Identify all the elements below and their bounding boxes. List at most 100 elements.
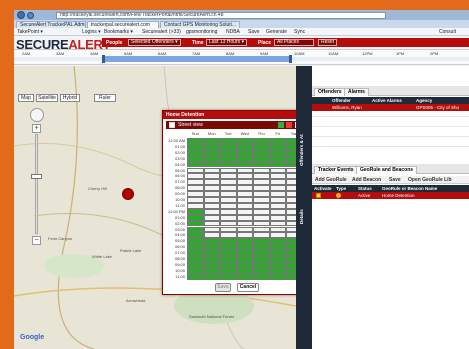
schedule-cell[interactable] (187, 273, 204, 280)
map-place-label: Arrowhead (126, 298, 146, 303)
timeline-window[interactable] (104, 56, 290, 62)
browser-tab-3[interactable]: Contact GPS Monitoring Soluti... (160, 21, 240, 28)
fav-consult[interactable]: Consult (439, 29, 456, 35)
place-select[interactable]: All Places (274, 39, 314, 46)
vtab-details[interactable]: Details (299, 184, 309, 224)
schedule-cell[interactable] (236, 273, 253, 280)
forward-button[interactable] (27, 11, 34, 19)
fav-bookmarks[interactable]: Bookmarks ▾ (104, 29, 133, 35)
zoom-out-button[interactable]: − (32, 236, 41, 245)
hour-label: 12:00 AM (168, 138, 185, 143)
add-georule-button[interactable]: Add GeoRule (315, 177, 347, 183)
dialog-subheader: Street view × (166, 121, 308, 129)
fav-securealert[interactable]: Securealert (>33) (142, 29, 181, 35)
hour-label: 07:00 (174, 179, 185, 185)
back-button[interactable] (17, 11, 25, 19)
tab-tracker-events[interactable]: Tracker Events (314, 166, 358, 174)
col-rule-name: GeoRule or Beacon Name (382, 186, 438, 191)
row-divider (312, 116, 469, 117)
fav-takepoint[interactable]: TakePoint ▾ (17, 29, 43, 35)
pan-control[interactable] (30, 108, 44, 122)
timeline-start-handle[interactable] (102, 55, 105, 63)
schedule-cell[interactable] (203, 273, 220, 280)
red-button-icon[interactable] (286, 122, 292, 128)
hour-label: 10:00 (174, 267, 185, 273)
hour-label: 08:00 (174, 256, 185, 261)
fav-ndba[interactable]: NDBA (226, 29, 240, 35)
save-georule-button[interactable]: Save (389, 177, 401, 183)
hour-label: 07:00 (174, 250, 185, 256)
fav-sync[interactable]: Sync (294, 29, 305, 35)
hour-label: 04:00 (174, 232, 185, 238)
map-place-label: Prairie Lake (120, 248, 142, 253)
offender-tabs: Offenders Alarms (312, 86, 469, 96)
hour-label: 06:00 (174, 244, 185, 250)
col-alarms: Active Alarms (372, 98, 402, 103)
timeline-label: 4AM (90, 51, 99, 56)
address-bar[interactable]: http://trackeyal.securealert.com/Flex/Tr… (56, 12, 386, 19)
day-header: Tue (224, 131, 232, 136)
offender-marker-icon[interactable] (122, 188, 134, 200)
add-beacon-button[interactable]: Add Beacon (352, 177, 381, 183)
green-button-icon[interactable] (278, 122, 284, 128)
zoom-in-button[interactable]: + (32, 124, 41, 133)
browser-tab-1[interactable]: SecureAlert TrackerPAL Admin... (16, 21, 86, 28)
vtab-offenders[interactable]: Offenders & At (299, 96, 309, 166)
open-georule-lib-button[interactable]: Open GeoRule Lib (408, 177, 452, 183)
tab-alarms[interactable]: Alarms (344, 88, 369, 96)
zoom-slider-knob[interactable] (31, 174, 42, 179)
map-place-label: Sawtooth National Forest (189, 314, 234, 319)
place-label: Place (258, 40, 272, 46)
map-ruler-button[interactable]: Ruler (94, 94, 116, 102)
fav-save[interactable]: Save (248, 29, 259, 35)
col-status: Status (358, 186, 372, 191)
time-select[interactable]: Last 13 Hours ▾ (206, 39, 248, 46)
browser-window: http://trackeyal.securealert.com/Flex/Tr… (14, 10, 469, 349)
day-header: Thu (257, 131, 265, 136)
timeline-label: 3AM (56, 51, 65, 56)
tab-georule-beacons[interactable]: GeoRule and Beacons (356, 166, 418, 174)
rule-status: Active (358, 193, 371, 198)
col-agency: Agency (416, 98, 433, 103)
hour-label: 04:00 (174, 161, 185, 167)
timeline-label: 11AM (328, 51, 339, 56)
day-header: Mon (207, 131, 216, 136)
hour-label: 10:00 (174, 197, 185, 202)
georule-row[interactable]: Active Home Detention (312, 192, 469, 199)
reset-button[interactable]: Reset (318, 39, 338, 46)
timeline-end-handle[interactable] (289, 55, 292, 63)
timeline-label: 10AM (294, 51, 305, 56)
map-type-satellite[interactable]: Satellite (36, 94, 58, 102)
hour-label: 12:00 PM (167, 208, 185, 214)
dialog-title: Home Detention (163, 111, 311, 119)
offender-table-header: Offender Active Alarms Agency (312, 97, 469, 104)
schedule-cell[interactable] (253, 273, 270, 280)
schedule-cell[interactable] (220, 273, 237, 280)
schedule-cell[interactable] (269, 273, 286, 280)
timeline-label: 12PM (362, 51, 373, 56)
browser-tab-2[interactable]: trackerpal.securealert.com (87, 21, 159, 28)
fav-logins[interactable]: Logins ▾ (82, 29, 101, 35)
fav-generate[interactable]: Generate (266, 29, 287, 35)
save-button[interactable]: Save (215, 283, 231, 292)
row-divider (312, 126, 469, 127)
zoom-slider-track[interactable] (35, 134, 38, 234)
timeline-slider[interactable]: 2AM 3AM 4AM 5AM 6AM 7AM 8AM 9AM 10AM 11A… (14, 49, 469, 65)
offender-row[interactable]: Williams, Ryan GPS005 - City of Sho (312, 104, 469, 111)
tab-offenders[interactable]: Offenders (314, 88, 346, 96)
cancel-button[interactable]: Cancel (237, 283, 259, 292)
hour-label: 03:00 (174, 155, 185, 161)
map-type-hybrid[interactable]: Hybrid (60, 94, 80, 102)
map-type-map[interactable]: Map (18, 94, 34, 102)
check-icon[interactable] (316, 193, 321, 198)
map-place-label: Fenn Canyon (48, 236, 73, 241)
people-select[interactable]: Selected Offenders ▾ (128, 39, 181, 46)
offender-agency: GPS005 - City of Sho (416, 105, 460, 110)
app-header: SECUREALERT Ver 5.0.0627 People Selected… (14, 36, 469, 66)
hour-label: 06:00 (174, 173, 185, 179)
hour-label: 05:00 (174, 167, 185, 173)
timeline-label: 2AM (22, 51, 31, 56)
rule-name: Home Detention (382, 193, 415, 198)
home-geofence-icon (336, 193, 341, 198)
fav-gpsmonitoring[interactable]: gpsmonitoring (186, 29, 217, 35)
